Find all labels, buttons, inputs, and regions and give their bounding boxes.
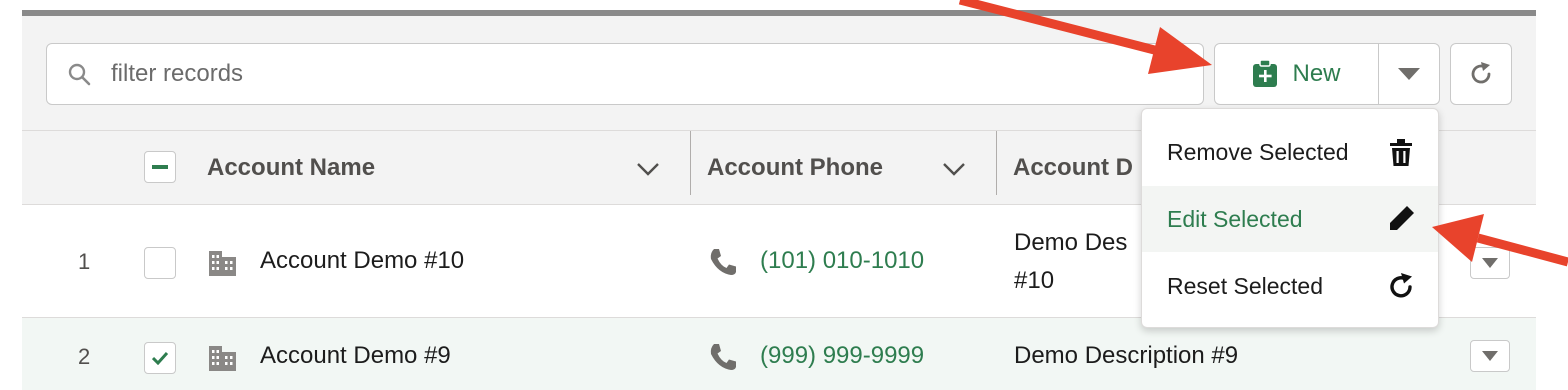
new-dropdown-menu: Remove Selected Edit Selected Reset Sele… <box>1141 108 1439 328</box>
search-input[interactable] <box>111 54 1171 94</box>
menu-item-reset-selected[interactable]: Reset Selected <box>1142 253 1438 319</box>
column-header-label: Account Name <box>207 154 376 181</box>
account-building-icon <box>209 251 236 276</box>
menu-item-label: Reset Selected <box>1167 272 1323 299</box>
phone-icon <box>710 344 736 370</box>
column-header-label: Account Phone <box>707 154 884 181</box>
pencil-icon <box>1390 206 1414 230</box>
account-name: Account Demo #9 <box>260 342 451 369</box>
account-description: Demo Des <box>1014 229 1128 256</box>
row-number: 2 <box>78 344 91 369</box>
account-description-line2: #10 <box>1014 267 1055 294</box>
row-actions-button[interactable] <box>1470 340 1510 372</box>
chevron-down-icon[interactable] <box>636 157 660 181</box>
new-dropdown-button[interactable] <box>1379 44 1439 104</box>
account-name: Account Demo #10 <box>260 247 465 274</box>
refresh-icon <box>1390 273 1412 298</box>
account-description: Demo Description #9 <box>1014 342 1239 369</box>
search-box[interactable] <box>46 43 1204 105</box>
trash-icon <box>1390 139 1412 166</box>
account-phone-link[interactable]: (101) 010-1010 <box>760 247 924 275</box>
column-header-label: Account D <box>1013 154 1133 181</box>
refresh-button[interactable] <box>1450 43 1512 105</box>
new-button-label: New <box>1292 60 1341 87</box>
menu-item-remove-selected[interactable]: Remove Selected <box>1142 119 1438 185</box>
column-divider[interactable] <box>690 131 691 195</box>
row-actions-button[interactable] <box>1470 247 1510 279</box>
menu-item-label: Remove Selected <box>1167 138 1349 165</box>
account-phone-link[interactable]: (999) 999-9999 <box>760 342 924 370</box>
chevron-down-icon[interactable] <box>942 157 966 181</box>
caret-down-icon <box>1482 258 1498 268</box>
select-all-checkbox[interactable] <box>144 151 176 183</box>
account-building-icon <box>209 346 236 371</box>
column-header-account-phone[interactable]: Account Phone <box>707 131 996 205</box>
menu-item-edit-selected[interactable]: Edit Selected <box>1142 186 1438 252</box>
minus-icon <box>152 165 168 169</box>
row-number: 1 <box>78 249 91 274</box>
phone-icon <box>710 249 736 275</box>
caret-down-icon <box>1398 68 1420 80</box>
search-icon <box>68 63 91 86</box>
row-checkbox[interactable] <box>144 342 176 374</box>
caret-down-icon <box>1482 351 1498 361</box>
menu-item-label: Edit Selected <box>1167 205 1303 232</box>
new-record-icon <box>1253 60 1278 87</box>
new-button[interactable]: New <box>1215 44 1379 104</box>
row-checkbox[interactable] <box>144 247 176 279</box>
checkmark-icon <box>152 351 168 365</box>
refresh-icon <box>1471 62 1491 84</box>
table-row[interactable]: 2 Account Demo #9 (999) 999-9999 Demo De… <box>22 318 1536 390</box>
column-divider[interactable] <box>996 131 997 195</box>
new-button-group: New <box>1214 43 1440 105</box>
column-header-account-name[interactable]: Account Name <box>207 131 690 205</box>
